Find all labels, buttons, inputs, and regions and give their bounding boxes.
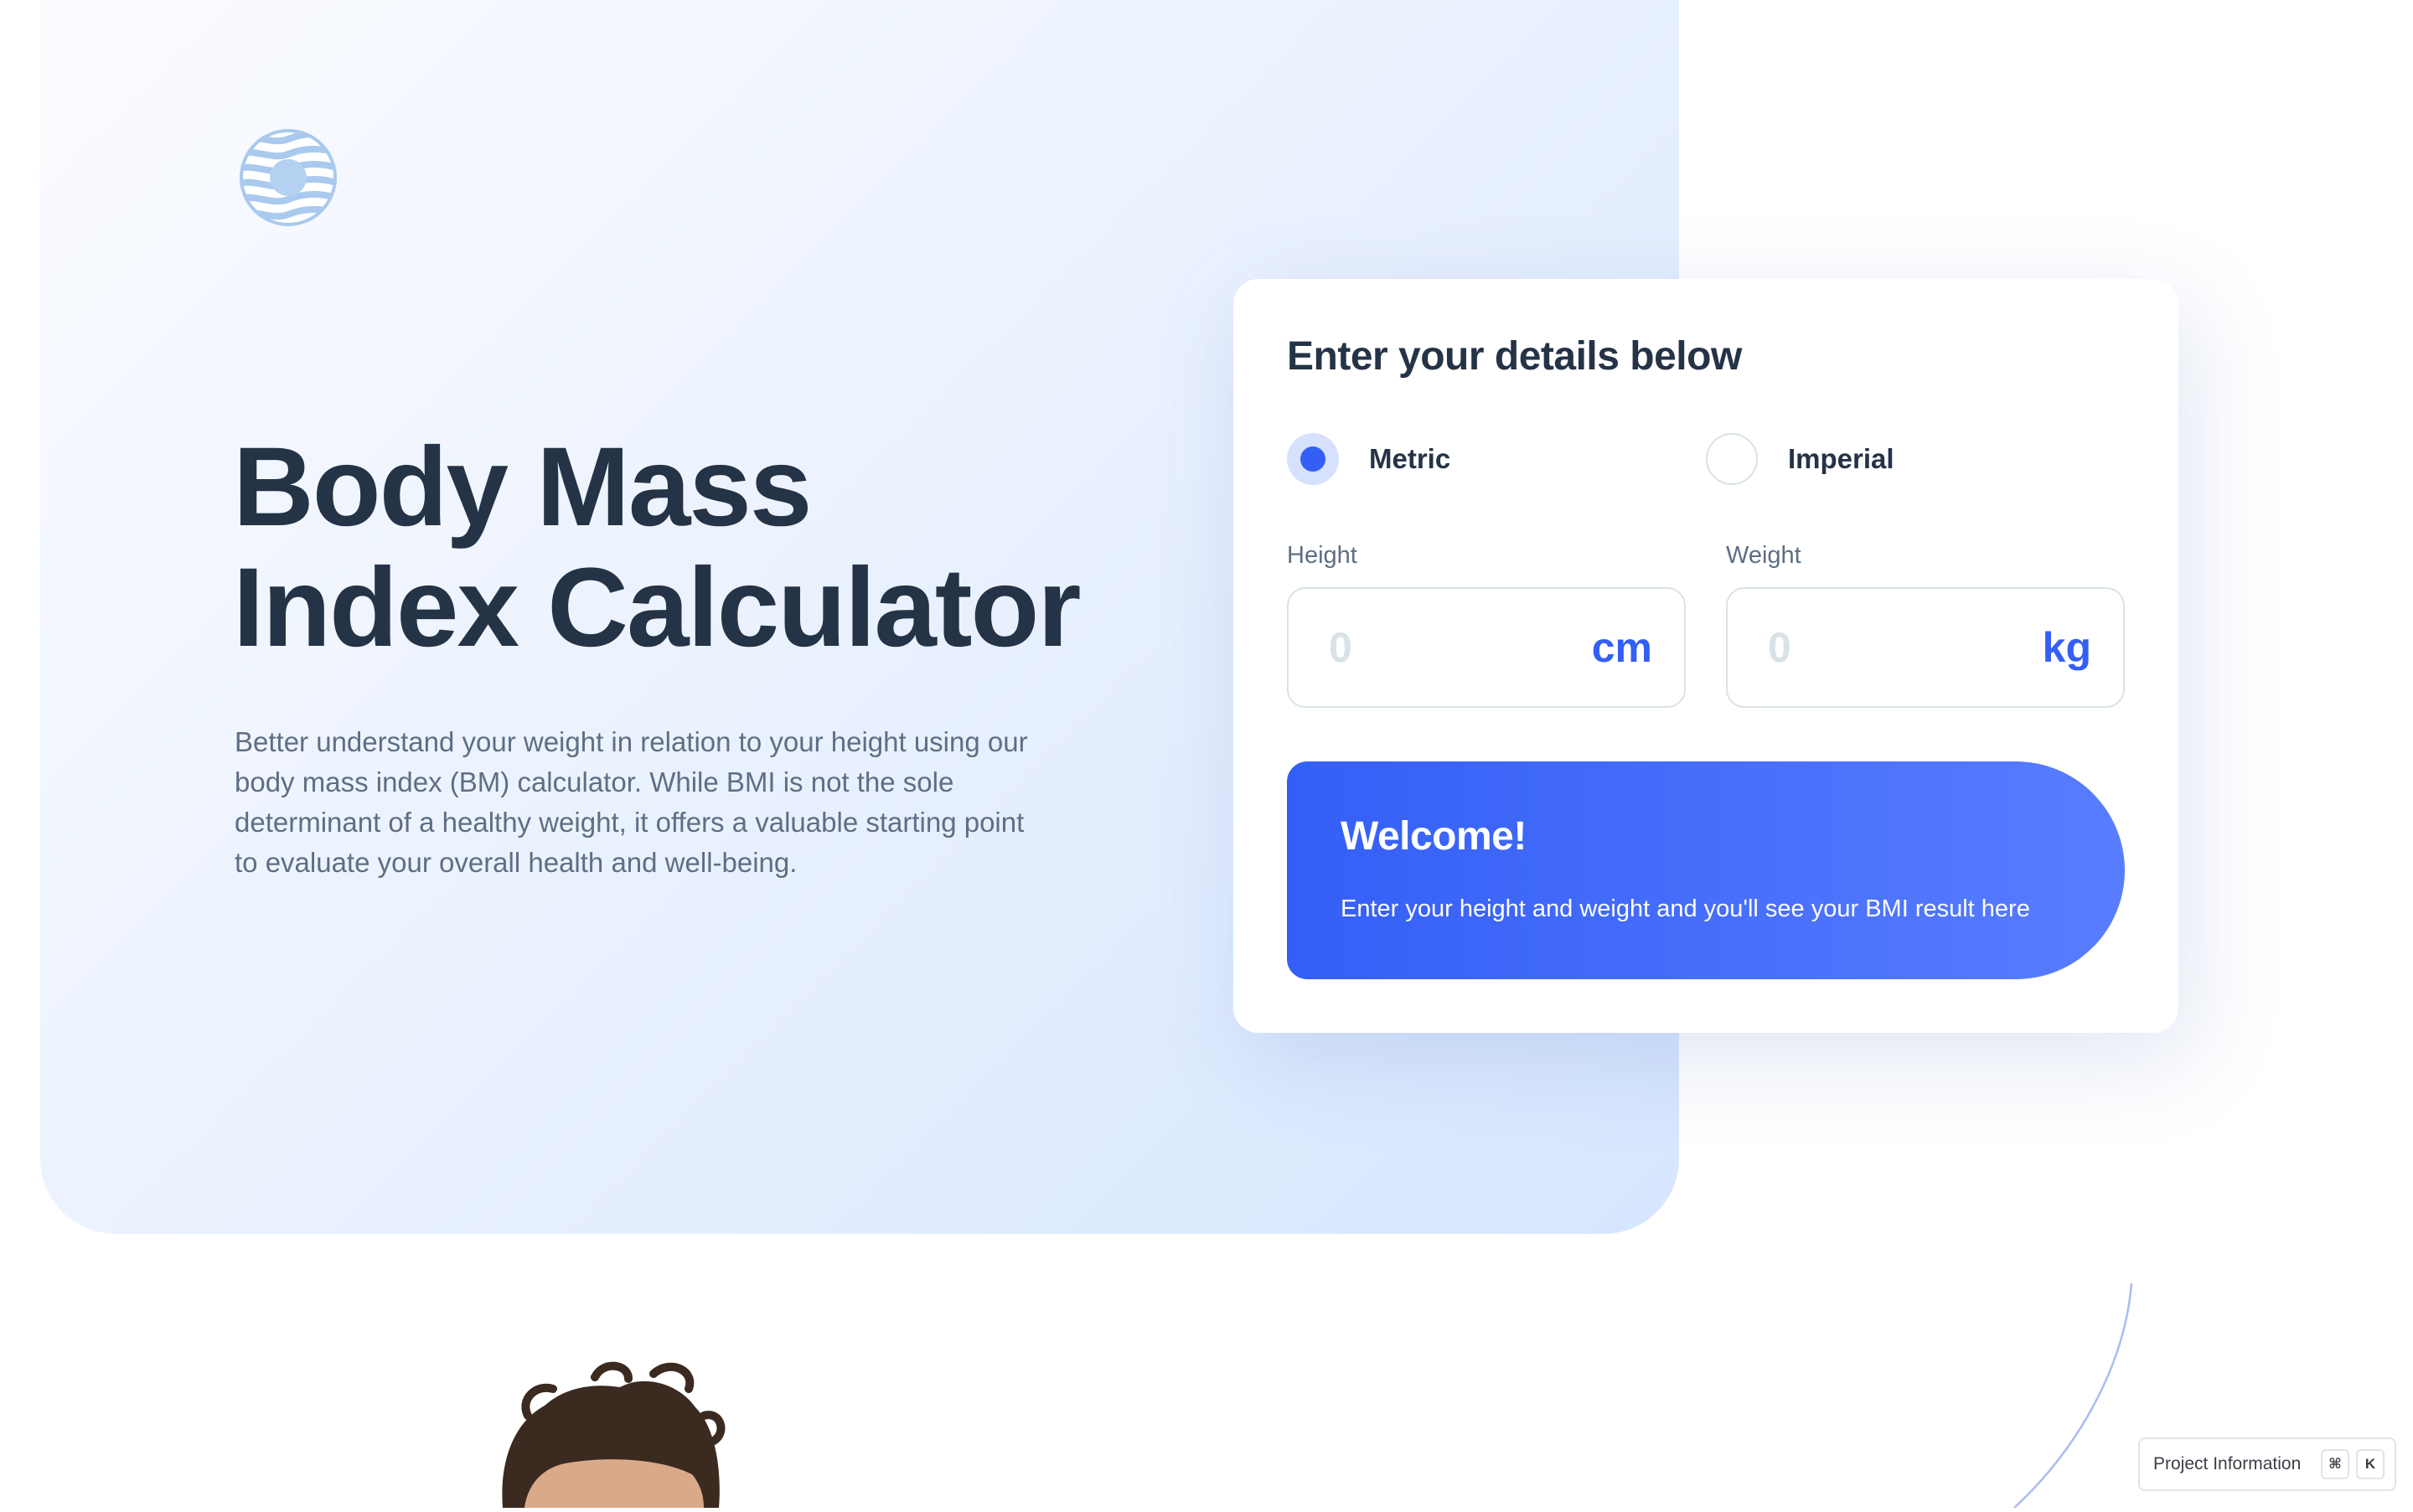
project-information-button[interactable]: Project Information ⌘ K <box>2138 1437 2396 1491</box>
metric-radio-button[interactable] <box>1287 433 1339 485</box>
imperial-radio-button[interactable] <box>1706 433 1758 485</box>
k-key: K <box>2356 1449 2385 1479</box>
page-title: Body Mass Index Calculator <box>233 427 1196 668</box>
metric-radio-label[interactable]: Metric <box>1369 443 1450 475</box>
height-input[interactable] <box>1329 621 1563 674</box>
imperial-radio-label[interactable]: Imperial <box>1788 443 1894 475</box>
project-information-label: Project Information <box>2153 1454 2302 1473</box>
bmi-result-panel: Welcome! Enter your height and weight an… <box>1287 761 2125 979</box>
height-unit: cm <box>1591 624 1652 671</box>
command-key: ⌘ <box>2321 1449 2349 1479</box>
result-title: Welcome! <box>1341 814 1527 859</box>
calculator-heading: Enter your details below <box>1287 334 1742 379</box>
weight-unit: kg <box>2042 624 2091 671</box>
height-label: Height <box>1287 542 1357 569</box>
logo-icon[interactable] <box>238 127 338 228</box>
radio-selected-dot <box>1300 446 1325 472</box>
person-image <box>494 1340 762 1508</box>
bmi-calculator-card: Enter your details below Metric Imperial… <box>1233 279 2178 1033</box>
result-message: Enter your height and weight and you'll … <box>1341 895 2030 922</box>
imperial-radio[interactable]: Imperial <box>1706 433 1894 485</box>
metric-radio[interactable]: Metric <box>1287 433 1450 485</box>
page-title-line-2: Index Calculator <box>233 545 1081 670</box>
weight-field[interactable]: kg <box>1726 587 2125 708</box>
page-title-line-1: Body Mass <box>233 425 812 550</box>
weight-label: Weight <box>1726 542 1801 569</box>
intro-paragraph: Better understand your weight in relatio… <box>235 726 1028 878</box>
height-field[interactable]: cm <box>1287 587 1686 708</box>
weight-input[interactable] <box>1768 621 2002 674</box>
